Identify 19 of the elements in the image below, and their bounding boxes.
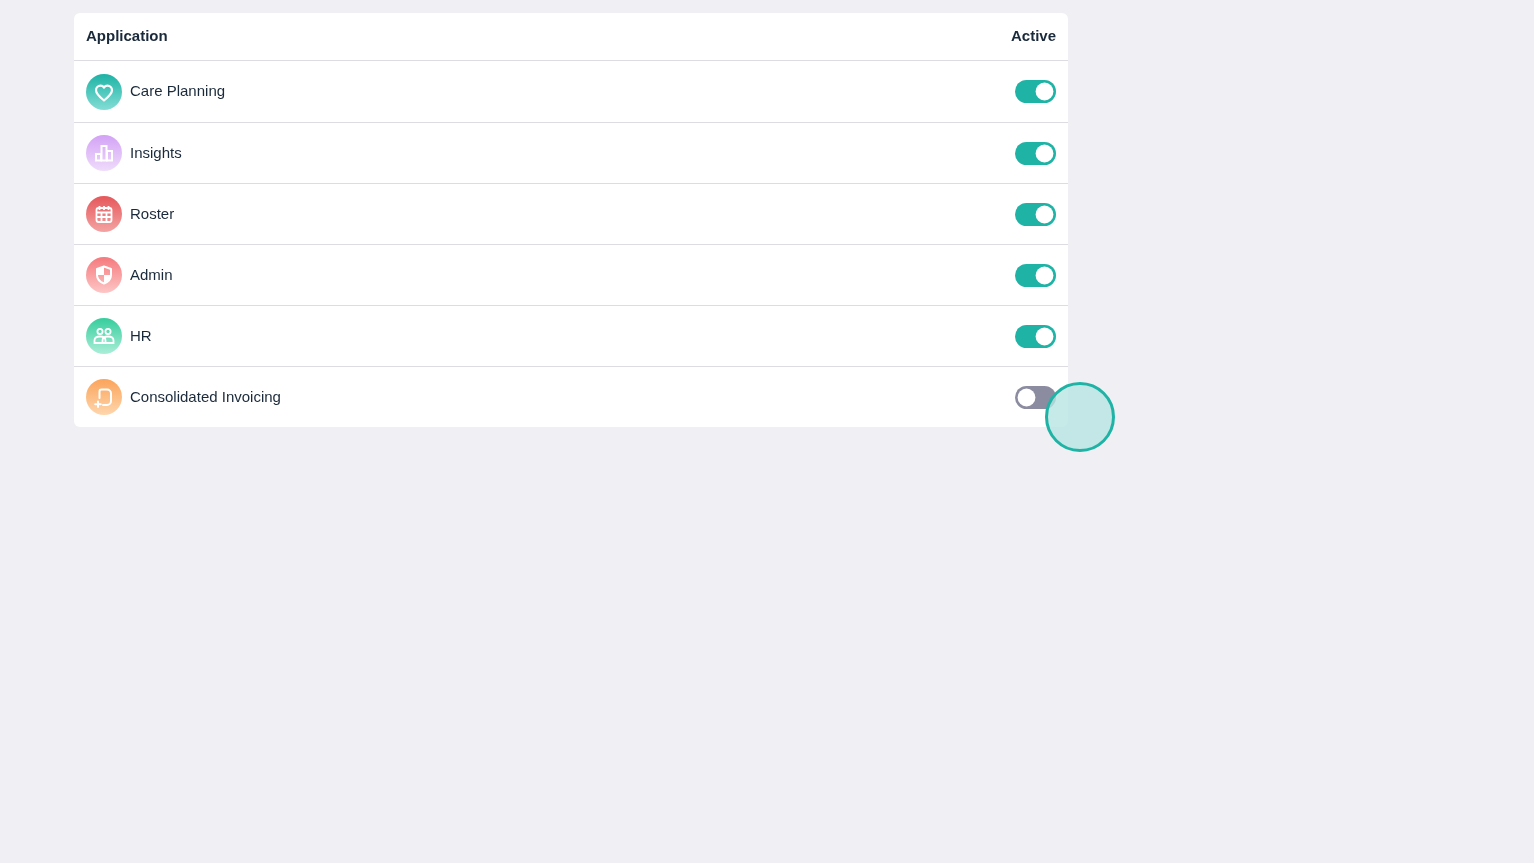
column-header: Active [1010, 26, 1056, 47]
calendar-icon [86, 196, 122, 232]
bar-chart-icon [86, 135, 122, 171]
shield-icon [86, 257, 122, 293]
application-name: HR [130, 325, 152, 346]
toggle-switch[interactable] [1015, 263, 1056, 287]
click-indicator-icon [1045, 381, 1115, 452]
document-plus-icon [86, 379, 122, 415]
toggle-switch[interactable] [1015, 141, 1056, 165]
application-name: Insights [130, 142, 182, 163]
toggle-switch[interactable] [1015, 80, 1056, 103]
application-name: Admin [130, 264, 173, 285]
application-name: Consolidated Invoicing [130, 386, 281, 407]
application-name: Care Planning [130, 81, 226, 102]
column-header: Application [86, 26, 168, 47]
toggle-switch[interactable] [1015, 324, 1056, 348]
people-icon [86, 318, 122, 354]
application-name: Roster [130, 203, 175, 224]
toggle-switch[interactable] [1015, 202, 1056, 226]
